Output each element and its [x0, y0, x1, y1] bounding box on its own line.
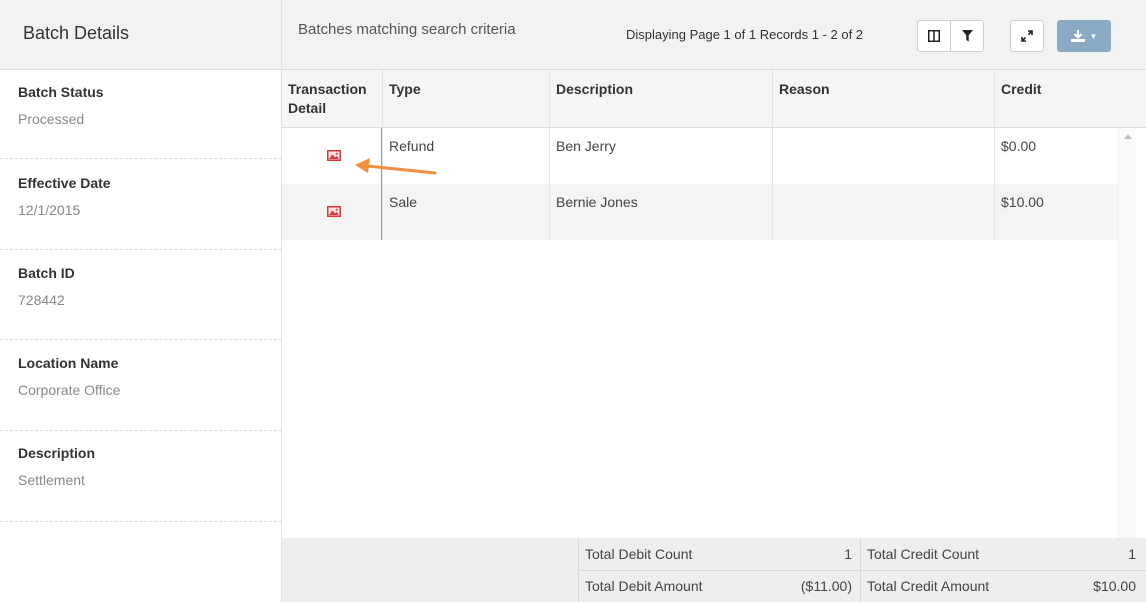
column-header-reason[interactable]: Reason	[772, 70, 994, 128]
summary-footer: Total Debit Count 1 Total Credit Count 1…	[282, 538, 1146, 602]
credit-cell: $0.00	[994, 128, 1118, 184]
batch-details-panel: Batch Details Batch Status Processed Eff…	[0, 0, 282, 602]
total-debit-amount-value: ($11.00)	[800, 578, 852, 594]
image-icon[interactable]	[327, 206, 341, 217]
total-credit-amount-value: $10.00	[1093, 578, 1136, 594]
effective-date-field: Effective Date 12/1/2015	[0, 175, 282, 218]
expand-icon	[1021, 30, 1033, 42]
grid-toolbar: Batches matching search criteria Display…	[282, 0, 1146, 70]
transaction-detail-cell	[282, 184, 382, 240]
description-field: Description Settlement	[0, 445, 282, 488]
divider	[0, 249, 282, 250]
total-debit-amount-label: Total Debit Amount	[578, 570, 748, 602]
image-icon[interactable]	[327, 150, 341, 161]
chevron-down-icon: ▼	[1089, 31, 1098, 41]
annotation-arrow-icon	[355, 158, 437, 175]
export-button[interactable]: ▼	[1057, 20, 1111, 52]
location-name-field: Location Name Corporate Office	[0, 355, 282, 398]
table-empty-area	[282, 240, 1118, 538]
field-label: Batch ID	[18, 265, 75, 281]
column-header-credit[interactable]: Credit	[994, 70, 1146, 128]
reason-cell	[772, 128, 994, 184]
field-value: 12/1/2015	[18, 202, 81, 218]
total-credit-amount-label: Total Credit Amount	[860, 570, 1020, 602]
column-header-description[interactable]: Description	[549, 70, 772, 128]
grid-title: Batches matching search criteria	[298, 21, 516, 38]
batch-status-field: Batch Status Processed	[0, 84, 282, 127]
divider	[0, 339, 282, 340]
reason-cell	[772, 184, 994, 240]
batch-id-field: Batch ID 728442	[0, 265, 282, 308]
column-header-type[interactable]: Type	[382, 70, 549, 128]
total-credit-count-value: 1	[1128, 546, 1136, 562]
total-credit-count-label: Total Credit Count	[860, 538, 1020, 570]
columns-button[interactable]	[917, 20, 951, 52]
panel-title: Batch Details	[0, 0, 281, 70]
field-value: 728442	[18, 292, 65, 308]
download-icon	[1070, 30, 1085, 42]
field-value: Settlement	[18, 472, 85, 488]
total-debit-count-label: Total Debit Count	[578, 538, 748, 570]
field-value: Corporate Office	[18, 382, 121, 398]
filter-icon	[961, 30, 973, 42]
description-cell: Bernie Jones	[549, 184, 772, 240]
total-debit-count-value: 1	[844, 546, 852, 562]
table-header: Transaction Detail Type Description Reas…	[282, 70, 1146, 128]
field-label: Effective Date	[18, 175, 111, 191]
divider	[0, 430, 282, 431]
divider	[0, 158, 282, 159]
description-cell: Ben Jerry	[549, 128, 772, 184]
field-label: Location Name	[18, 355, 119, 371]
column-header-transaction-detail[interactable]: Transaction Detail	[282, 70, 382, 128]
field-label: Description	[18, 445, 96, 461]
table-row[interactable]: Sale Bernie Jones $10.00	[282, 184, 1118, 240]
batches-grid-area: Batches matching search criteria Display…	[282, 0, 1146, 602]
filter-button[interactable]	[950, 20, 984, 52]
expand-button[interactable]	[1010, 20, 1044, 52]
paging-info: Displaying Page 1 of 1 Records 1 - 2 of …	[626, 27, 864, 42]
type-cell: Sale	[382, 184, 549, 240]
field-label: Batch Status	[18, 84, 104, 100]
credit-cell: $10.00	[994, 184, 1118, 240]
scroll-track	[1136, 128, 1146, 538]
scroll-up-arrow-icon[interactable]	[1124, 134, 1132, 139]
columns-icon	[928, 30, 940, 42]
field-value: Processed	[18, 111, 85, 127]
divider	[0, 521, 282, 522]
vertical-scrollbar[interactable]	[1118, 128, 1136, 538]
